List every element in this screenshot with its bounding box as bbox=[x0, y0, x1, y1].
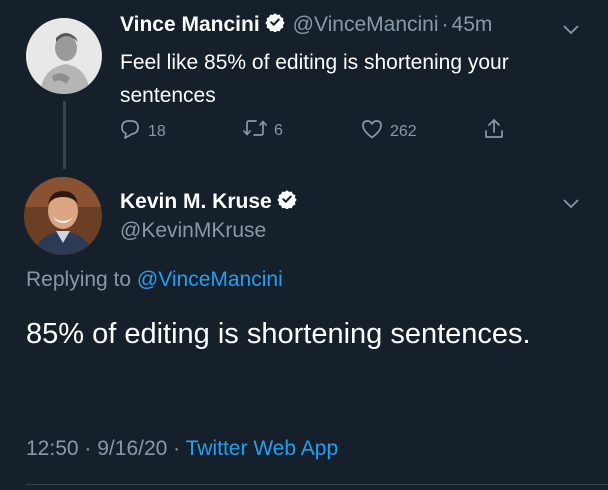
retweet-count: 6 bbox=[274, 121, 283, 139]
replying-to-line: Replying to @VinceMancini bbox=[26, 268, 283, 292]
tweet-date[interactable]: 9/16/20 bbox=[97, 437, 167, 460]
reply-icon bbox=[118, 118, 148, 145]
like-count: 262 bbox=[390, 122, 417, 140]
reply-button[interactable]: 18 bbox=[118, 118, 166, 145]
retweet-icon bbox=[242, 118, 274, 143]
more-options-chevron-down-icon[interactable] bbox=[563, 22, 579, 40]
tweet2-header: Kevin M. Kruse bbox=[120, 189, 297, 214]
tweet-time[interactable]: 12:50 bbox=[26, 437, 79, 460]
tweet1-header: Vince Mancini @VinceMancini · 45m bbox=[120, 12, 492, 37]
replying-prefix: Replying to bbox=[26, 268, 132, 291]
thread-connector bbox=[63, 101, 66, 169]
tweet-text: Feel like 85% of editing is shortening y… bbox=[120, 51, 509, 107]
author-handle[interactable]: @KevinMKruse bbox=[120, 219, 266, 243]
separator-dot: · bbox=[173, 437, 181, 460]
share-button[interactable] bbox=[482, 117, 512, 146]
like-button[interactable]: 262 bbox=[360, 118, 417, 145]
author-handle[interactable]: @VinceMancini bbox=[293, 13, 439, 37]
verified-badge-icon bbox=[265, 12, 285, 37]
reply-count: 18 bbox=[148, 122, 166, 140]
tweet-metadata: 12:50 · 9/16/20 · Twitter Web App bbox=[26, 437, 338, 461]
retweet-button[interactable]: 6 bbox=[242, 118, 283, 143]
verified-badge-icon bbox=[277, 189, 297, 214]
author-name[interactable]: Vince Mancini bbox=[120, 13, 260, 37]
source-link[interactable]: Twitter Web App bbox=[186, 437, 339, 460]
avatar-vince-mancini[interactable] bbox=[26, 18, 102, 94]
separator-dot: · bbox=[441, 12, 449, 36]
tweet-text: 85% of editing is shortening sentences. bbox=[26, 318, 531, 350]
tweet-timestamp[interactable]: 45m bbox=[452, 13, 493, 37]
avatar-kevin-kruse[interactable] bbox=[24, 177, 102, 255]
author-name[interactable]: Kevin M. Kruse bbox=[120, 190, 272, 214]
separator-dot: · bbox=[84, 437, 92, 460]
share-icon bbox=[482, 117, 512, 146]
more-options-chevron-down-icon[interactable] bbox=[563, 196, 579, 214]
heart-icon bbox=[360, 118, 390, 145]
mention-link[interactable]: @VinceMancini bbox=[137, 268, 283, 291]
divider bbox=[26, 484, 608, 485]
